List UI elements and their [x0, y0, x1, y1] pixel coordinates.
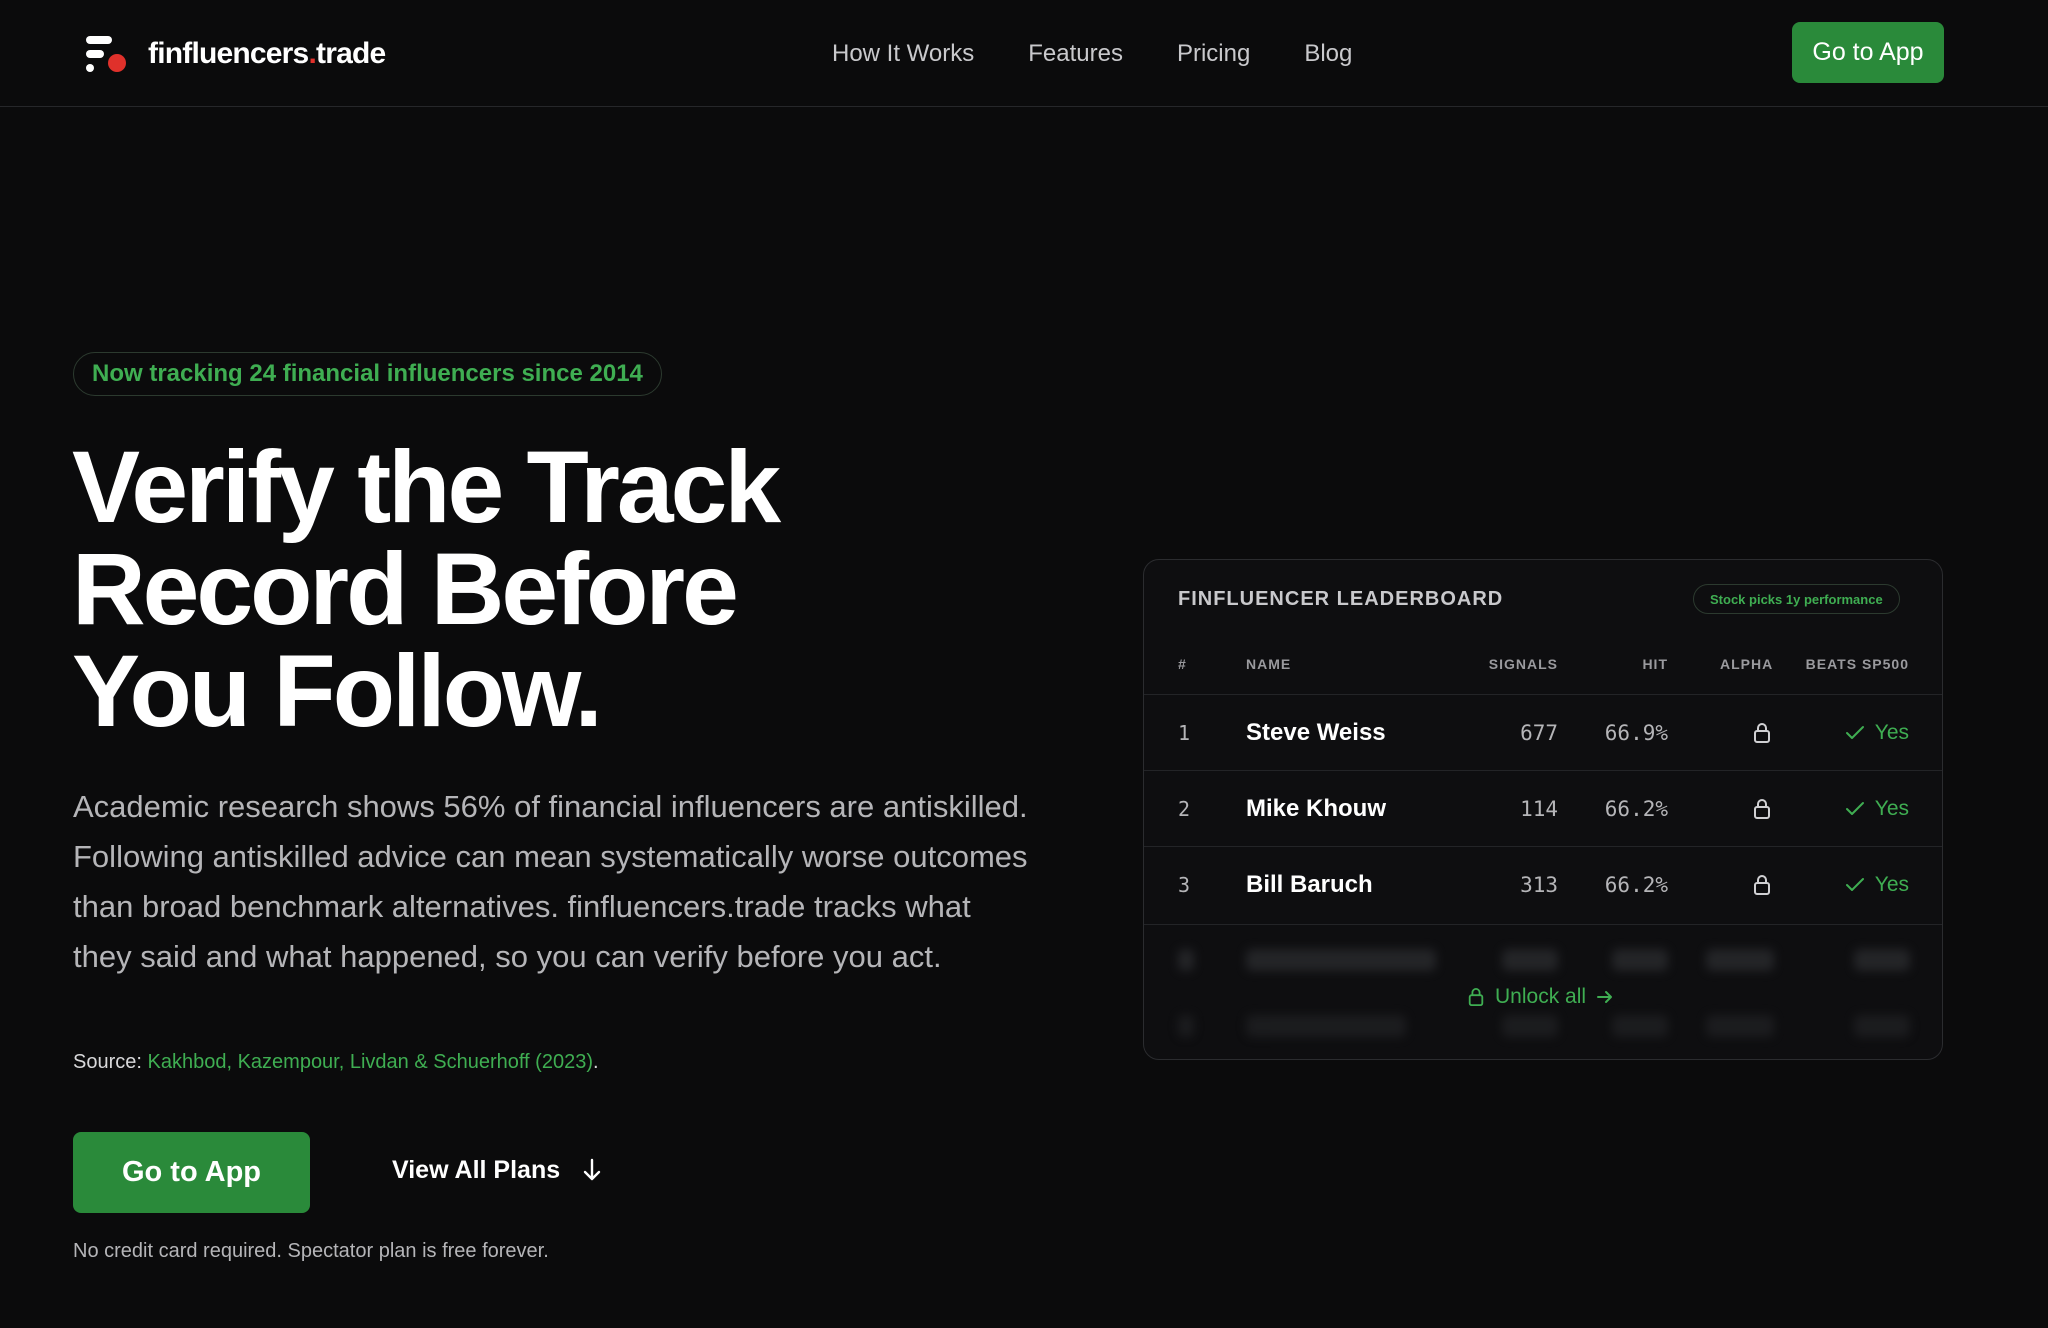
- row-rank: 2: [1178, 797, 1191, 821]
- row-hit: 66.2%: [1604, 797, 1668, 821]
- col-signals: SIGNALS: [1488, 656, 1558, 672]
- view-all-plans-link[interactable]: View All Plans: [392, 1150, 602, 1190]
- landing-page: finfluencers.trade How It Works Features…: [0, 0, 2048, 1328]
- nav-links: How It Works Features Pricing Blog: [832, 0, 1352, 107]
- headline-line-1: Verify the Track: [72, 430, 781, 544]
- row-beats: Yes: [1845, 771, 1909, 847]
- leaderboard-card: FINFLUENCER LEADERBOARD Stock picks 1y p…: [1143, 559, 1943, 1060]
- col-rank: #: [1178, 656, 1187, 672]
- nav-go-to-app-button[interactable]: Go to App: [1792, 22, 1944, 83]
- table-row[interactable]: 2 Mike Khouw 114 66.2% Yes: [1144, 770, 1942, 847]
- row-hit: 66.2%: [1604, 873, 1668, 897]
- headline-line-2: Record Before: [72, 532, 739, 646]
- arrow-down-icon: [583, 1158, 601, 1181]
- row-signals: 114: [1520, 797, 1558, 821]
- brand[interactable]: finfluencers.trade: [84, 34, 386, 74]
- row-rank: 3: [1178, 873, 1191, 897]
- col-name: NAME: [1246, 656, 1292, 672]
- hero-headline: Verify the Track Record Before You Follo…: [72, 436, 972, 742]
- brand-name: finfluencers.trade: [148, 37, 386, 70]
- lock-icon: [1751, 695, 1773, 771]
- check-icon: [1845, 726, 1864, 739]
- nav-link-blog[interactable]: Blog: [1304, 40, 1352, 68]
- row-hit: 66.9%: [1604, 721, 1668, 745]
- logo-icon: [84, 34, 126, 74]
- hero-paragraph: Academic research shows 56% of financial…: [73, 789, 1028, 974]
- row-signals: 313: [1520, 873, 1558, 897]
- source-citation: Source: Kakhbod, Kazempour, Livdan & Sch…: [73, 1051, 599, 1073]
- table-row[interactable]: 3 Bill Baruch 313 66.2% Yes: [1144, 846, 1942, 923]
- row-name: Steve Weiss: [1246, 719, 1386, 746]
- col-alpha: ALPHA: [1720, 656, 1774, 672]
- unlock-all-label: Unlock all: [1495, 985, 1587, 1008]
- lock-icon: [1751, 771, 1773, 847]
- view-all-plans-label: View All Plans: [392, 1155, 561, 1184]
- lock-icon: [1751, 847, 1773, 923]
- nav-link-pricing[interactable]: Pricing: [1177, 40, 1250, 68]
- source-label: Source:: [73, 1051, 142, 1073]
- leaderboard-title: FINFLUENCER LEADERBOARD: [1178, 588, 1504, 610]
- arrow-right-icon: [1597, 991, 1613, 1003]
- row-name: Mike Khouw: [1246, 795, 1387, 822]
- top-nav: finfluencers.trade How It Works Features…: [0, 0, 2048, 107]
- performance-pill: Stock picks 1y performance: [1693, 584, 1900, 614]
- check-icon: [1845, 802, 1864, 815]
- lock-icon: [1468, 988, 1484, 1006]
- nav-link-how-it-works[interactable]: How It Works: [832, 40, 974, 68]
- row-rank: 1: [1178, 721, 1191, 745]
- row-signals: 677: [1520, 721, 1558, 745]
- col-beats-sp500: BEATS SP500: [1805, 656, 1909, 672]
- table-row[interactable]: 1 Steve Weiss 677 66.9% Yes: [1144, 694, 1942, 771]
- free-plan-note: No credit card required. Spectator plan …: [73, 1240, 549, 1262]
- nav-link-features[interactable]: Features: [1028, 40, 1123, 68]
- row-name: Bill Baruch: [1246, 871, 1373, 898]
- locked-rows: Unlock all: [1144, 924, 1942, 1059]
- table-header: # NAME SIGNALS HIT ALPHA BEATS SP500: [1144, 656, 1942, 696]
- source-link[interactable]: Kakhbod, Kazempour, Livdan & Schuerhoff …: [148, 1051, 593, 1073]
- row-beats: Yes: [1845, 847, 1909, 923]
- col-hit: HIT: [1642, 656, 1668, 672]
- hero-go-to-app-button[interactable]: Go to App: [73, 1132, 310, 1213]
- unlock-all-button[interactable]: Unlock all: [1467, 985, 1614, 1009]
- headline-line-3: You Follow.: [72, 634, 603, 748]
- tracking-badge: Now tracking 24 financial influencers si…: [73, 352, 662, 396]
- row-beats: Yes: [1845, 695, 1909, 771]
- check-icon: [1845, 878, 1864, 891]
